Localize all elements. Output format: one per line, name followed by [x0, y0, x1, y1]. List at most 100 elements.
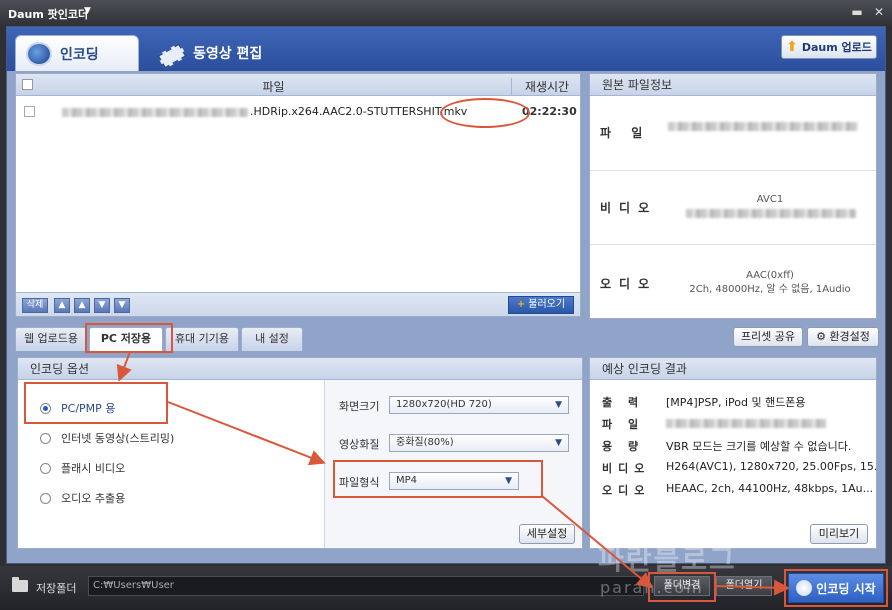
file-list-header: 파일 재생시간: [16, 74, 580, 96]
result-label: 파 일: [602, 418, 645, 431]
col-file-header[interactable]: 파일: [36, 78, 512, 95]
result-label: 용 량: [602, 440, 645, 453]
screen-size-label: 화면크기: [339, 400, 380, 413]
daum-upload-button[interactable]: ⬆ Daum 업로드: [781, 35, 877, 59]
info-audio-row: 오디오 AAC(0xff) 2Ch, 48000Hz, 알 수 없음, 1Aud…: [590, 244, 876, 318]
blurred-filename: [62, 108, 248, 117]
blurred-result-file: [666, 419, 826, 428]
move-top-button[interactable]: ▲: [54, 298, 70, 313]
detail-settings-button[interactable]: 세부설정: [519, 524, 575, 544]
close-button[interactable]: ✕: [872, 5, 886, 19]
tab-encoding-label: 인코딩: [60, 46, 99, 63]
open-folder-button[interactable]: 폴더열기: [716, 576, 772, 596]
app-title: Daum 팟인코더: [8, 8, 89, 21]
quality-label: 영상화질: [339, 438, 380, 451]
save-path-input[interactable]: C:₩Users₩User: [88, 576, 644, 596]
encoding-options-title: 인코딩 옵션: [18, 358, 582, 380]
radio-audio[interactable]: 오디오 추출용: [40, 490, 125, 506]
expected-result-panel: 예상 인코딩 결과 출 력 [MP4]PSP, iPod 및 핸드폰용 파 일 …: [589, 357, 877, 549]
tab-video-edit[interactable]: 동영상 편집: [147, 35, 277, 71]
screen-size-select[interactable]: 1280x720(HD 720) ▼: [389, 396, 569, 414]
result-row-audio: 오디오 HEAAC, 2ch, 44100Hz, 48kbps, 1Au...: [602, 482, 873, 498]
upload-label: Daum 업로드: [801, 41, 872, 54]
minimize-button[interactable]: ▬: [850, 5, 864, 19]
radio-audio-label: 오디오 추출용: [61, 492, 126, 505]
info-audio-label: 오디오: [600, 277, 658, 291]
expected-result-title: 예상 인코딩 결과: [590, 358, 876, 380]
info-video-row: 비디오 AVC1: [590, 170, 876, 244]
film-icon: [157, 42, 185, 64]
title-bar: Daum 팟인코더 ▼ ▬ ✕: [0, 0, 892, 26]
chevron-down-icon: ▼: [555, 400, 562, 410]
file-list-panel: 파일 재생시간 .HDRip.x264.AAC2.0-STUTTERSHIT.m…: [15, 73, 581, 317]
tab-mobile[interactable]: 휴대 기기용: [165, 327, 239, 351]
tab-web-upload[interactable]: 웹 업로드용: [15, 327, 87, 351]
preferences-label: 환경설정: [829, 330, 870, 343]
preferences-button[interactable]: ⚙ 환경설정: [807, 327, 879, 347]
result-label: 오디오: [602, 484, 651, 497]
menu-caret-icon[interactable]: ▼: [84, 6, 91, 16]
watermark-url: paran.com: [600, 578, 704, 597]
radio-streaming-label: 인터넷 동영상(스트리밍): [61, 432, 175, 445]
original-info-panel: 원본 파일정보 파 일 비디오 AVC1 오디오 AAC(0xff) 2Ch, …: [589, 73, 877, 319]
screen-size-value: 1280x720(HD 720): [396, 399, 492, 410]
info-file-row: 파 일: [590, 96, 876, 170]
radio-streaming[interactable]: 인터넷 동영상(스트리밍): [40, 430, 174, 446]
preset-share-button[interactable]: 프리셋 공유: [733, 327, 803, 347]
info-audio-value-2: 2Ch, 48000Hz, 알 수 없음, 1Audio: [689, 284, 851, 295]
original-info-title: 원본 파일정보: [590, 74, 876, 96]
annotation-box-format: [333, 460, 543, 498]
radio-flash-label: 플래시 비디오: [61, 462, 126, 475]
gear-icon: ⚙: [816, 330, 826, 343]
annotation-box-pc-tab: [85, 323, 173, 353]
radio-audio-indicator[interactable]: [40, 492, 51, 504]
radio-flash-indicator[interactable]: [40, 462, 51, 474]
save-folder-label: 저장폴더: [36, 582, 77, 595]
quality-select[interactable]: 중화질(80%) ▼: [389, 434, 569, 452]
radio-flash[interactable]: 플래시 비디오: [40, 460, 125, 476]
annotation-box-start: [784, 569, 888, 607]
chevron-down-icon: ▼: [555, 438, 562, 448]
encoder-logo-icon: [26, 41, 52, 66]
file-list-toolbar: 삭제 ▲ ▲ ▼ ▼ + 불러오기: [16, 292, 580, 316]
preview-button[interactable]: 미리보기: [810, 524, 868, 544]
move-down-button[interactable]: ▼: [94, 298, 110, 313]
bottom-bar: 저장폴더 C:₩Users₩User 폴더변경 폴더열기 인코딩 시작: [0, 566, 892, 610]
annotation-box-pc-pmp: [24, 382, 168, 424]
info-audio-value-1: AAC(0xff): [746, 270, 794, 281]
tab-my-settings[interactable]: 내 설정: [241, 327, 303, 351]
col-time-header[interactable]: 재생시간: [512, 78, 582, 95]
tab-edit-label: 동영상 편집: [193, 46, 263, 62]
result-row-video: 비디오 H264(AVC1), 1280x720, 25.00Fps, 15..…: [602, 460, 876, 476]
result-row-file: 파 일: [602, 416, 826, 432]
watermark-text: 파란블로그: [598, 543, 737, 576]
radio-streaming-indicator[interactable]: [40, 432, 51, 444]
upload-arrow-icon: ⬆: [786, 39, 798, 55]
plus-icon: +: [516, 299, 526, 310]
move-up-button[interactable]: ▲: [74, 298, 90, 313]
result-label: 비디오: [602, 462, 651, 475]
result-value: H264(AVC1), 1280x720, 25.00Fps, 15...: [666, 460, 876, 473]
file-name: .HDRip.x264.AAC2.0-STUTTERSHIT.mkv: [250, 105, 468, 118]
file-checkbox[interactable]: [24, 106, 35, 117]
result-value: VBR 모드는 크기를 예상할 수 없습니다.: [666, 440, 852, 453]
load-label: 불러오기: [528, 299, 566, 310]
result-value: HEAAC, 2ch, 44100Hz, 48kbps, 1Au...: [666, 482, 874, 495]
result-row-size: 용 량 VBR 모드는 크기를 예상할 수 없습니다.: [602, 438, 851, 454]
main-frame: 인코딩 동영상 편집 ⬆ Daum 업로드 파일 재생시간 .HDRip.x26…: [6, 26, 886, 564]
select-all-checkbox[interactable]: [22, 79, 33, 90]
delete-button[interactable]: 삭제: [22, 298, 48, 313]
file-duration: 02:22:30: [522, 105, 577, 118]
folder-icon: [12, 577, 28, 592]
encoding-settings-area: 화면크기 1280x720(HD 720) ▼ 영상화질 중화질(80%) ▼ …: [324, 380, 582, 548]
info-file-label: 파 일: [600, 126, 651, 140]
info-video-label: 비디오: [600, 201, 658, 215]
blurred-file-info: [668, 122, 858, 131]
tab-encoding[interactable]: 인코딩: [15, 35, 139, 71]
result-value: [MP4]PSP, iPod 및 핸드폰용: [666, 396, 806, 409]
quality-value: 중화질(80%): [396, 437, 454, 448]
blurred-video-info: [686, 209, 856, 218]
load-files-button[interactable]: + 불러오기: [508, 296, 574, 314]
annotation-circle: [440, 98, 530, 128]
move-bottom-button[interactable]: ▼: [114, 298, 130, 313]
